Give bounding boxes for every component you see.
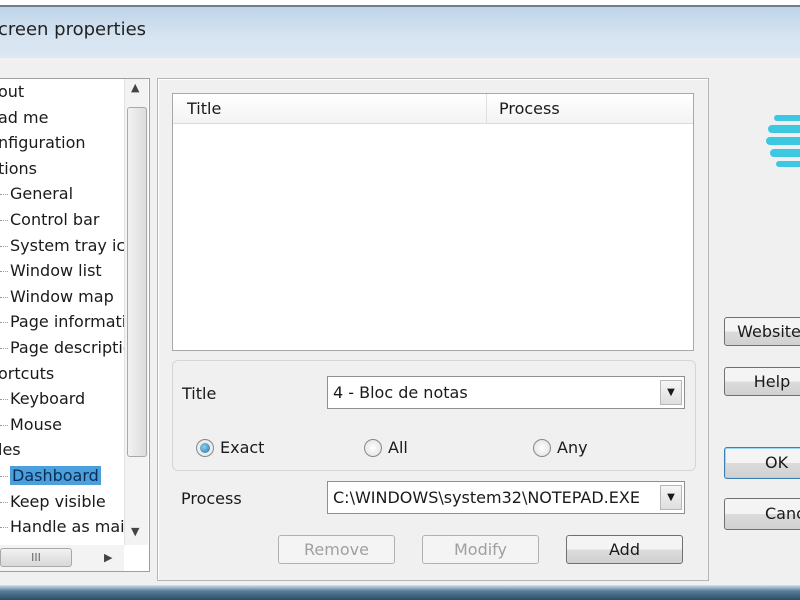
settings-tree[interactable]: out ad me nfiguration tions General Control b… [0,78,150,572]
title-combobox[interactable]: 4 - Bloc de notas ▼ [327,376,685,409]
process-value: C:\WINDOWS\system32\NOTEPAD.EXE [333,488,640,507]
tree-item-label: Page informati [10,312,127,332]
help-button[interactable]: Help [724,367,800,396]
list-header: Title Process [173,94,693,124]
tree-item-label: System tray ico [10,235,135,255]
remove-button[interactable]: Remove [278,535,395,564]
website-button[interactable]: Website [724,317,800,346]
radio-exact[interactable]: Exact [196,437,264,459]
tree-item[interactable]: Page descriptic [0,336,132,360]
tree-item-label: ortcuts [0,363,55,383]
window-bottom-border [0,585,800,600]
column-title[interactable]: Title [187,99,221,118]
title-label: Title [182,384,217,403]
window-title: creen properties [0,19,147,40]
scroll-up-icon[interactable]: ▲ [131,81,139,94]
tree-item[interactable]: out [0,80,24,104]
modify-button[interactable]: Modify [422,535,539,564]
tree-item-label: Handle as mair [10,517,132,537]
tree-item-label: Mouse [10,414,62,434]
hscroll-thumb[interactable]: III [0,548,72,567]
rules-list[interactable]: Title Process [172,93,694,351]
tree-item[interactable]: ad me [0,106,48,130]
radio-all[interactable]: All [364,437,408,459]
tree-item[interactable]: Mouse [0,413,62,437]
tree-item-label: Window map [10,286,114,306]
tree-item[interactable]: nfiguration [0,131,86,155]
vertical-scrollbar[interactable]: ▲ ▼ [124,79,148,545]
tree-item[interactable]: Control bar [0,208,100,232]
tree-item[interactable]: Handle as mair [0,515,132,539]
tree-item-label: Control bar [10,210,100,229]
tree-item[interactable]: tions [0,157,37,181]
tree-item[interactable]: Page informati [0,310,127,334]
tree-item[interactable]: System tray ico [0,234,135,258]
tree-item-label: tions [0,158,37,178]
scroll-right-icon[interactable]: ▶ [104,551,112,564]
tree-item-label: Keyboard [10,389,86,409]
tree-item-label: nfiguration [0,133,86,153]
tree-item-label: General [10,184,74,204]
title-value: 4 - Bloc de notas [333,383,468,402]
horizontal-scrollbar[interactable]: III ▶ [0,545,124,571]
tree-item-label: Page descriptic [10,338,132,357]
radio-any[interactable]: Any [533,437,588,459]
tree-item-label: out [0,82,25,101]
tree-item[interactable]: Window list [0,259,102,283]
tree-item-label: Window list [10,261,102,281]
add-button[interactable]: Add [566,535,683,564]
tree-item[interactable]: les [0,438,21,462]
scroll-thumb[interactable] [127,107,147,457]
cancel-button[interactable]: Cancel [724,498,800,530]
tree-item-label: ad me [0,107,49,127]
tree-item-label: Keep visible [10,491,106,511]
process-label: Process [181,489,242,508]
tree-item[interactable]: General [0,182,74,206]
tree-item[interactable]: ortcuts [0,362,54,386]
dropdown-arrow-icon[interactable]: ▼ [660,380,682,405]
tree-item-label: les [0,440,21,460]
process-combobox[interactable]: C:\WINDOWS\system32\NOTEPAD.EXE ▼ [327,481,685,514]
app-logo-icon [766,115,800,167]
dropdown-arrow-icon[interactable]: ▼ [660,485,682,510]
tree-item-label: Dashboard [10,466,101,485]
column-process[interactable]: Process [499,99,560,118]
tree-item[interactable]: Window map [0,285,114,309]
scroll-down-icon[interactable]: ▼ [131,525,139,538]
ok-button[interactable]: OK [724,447,800,479]
tree-item[interactable]: Keep visible [0,490,106,514]
tree-item[interactable]: Keyboard [0,387,86,411]
tree-item[interactable]: Dashboard [0,464,101,488]
